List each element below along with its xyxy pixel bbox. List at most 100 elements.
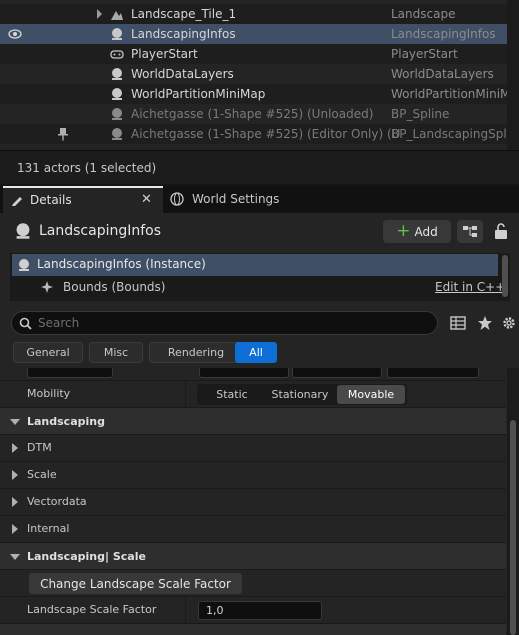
tab-world-settings[interactable]: World Settings: [163, 186, 283, 213]
actor-name: LandscapingInfos: [131, 27, 236, 41]
subcategory-label: Scale: [27, 468, 57, 481]
change-landscape-scale-button[interactable]: Change Landscape Scale Factor: [29, 573, 242, 594]
outliner-row[interactable]: Aichetgasse (1-Shape #525) (Editor Only)…: [0, 124, 507, 144]
add-component-button[interactable]: + Add: [383, 220, 451, 243]
value-field[interactable]: [387, 368, 479, 378]
details-scrollbar[interactable]: [507, 368, 519, 635]
expand-arrow-icon: [12, 524, 18, 534]
category-label: Landscaping| Scale: [27, 550, 146, 563]
player-start-icon: [110, 50, 124, 59]
outliner-row-selected[interactable]: LandscapingInfos LandscapingInfos: [0, 24, 507, 44]
outliner-row[interactable]: Landscape_Tile_1 Landscape: [0, 4, 507, 24]
subcategory-dtm[interactable]: DTM: [0, 435, 506, 462]
mobility-selector: Static Stationary Movable: [197, 384, 407, 405]
category-landscaping[interactable]: Landscaping: [0, 408, 506, 435]
category-partial[interactable]: [0, 624, 506, 635]
filter-rendering[interactable]: Rendering: [149, 342, 243, 363]
collapse-arrow-icon: [10, 554, 20, 560]
actor-sphere-icon: [112, 128, 122, 140]
value-field[interactable]: [292, 368, 382, 378]
component-tree: LandscapingInfos (Instance) Bounds (Boun…: [10, 253, 510, 301]
actor-type: WorldPartitionMiniM: [391, 87, 507, 101]
scale-factor-label: Landscape Scale Factor: [27, 603, 157, 616]
search-input[interactable]: [38, 314, 428, 332]
outliner-row[interactable]: WorldPartitionMiniMap WorldPartitionMini…: [0, 84, 507, 104]
subcategory-label: Vectordata: [27, 495, 87, 508]
actor-sphere-icon: [112, 108, 122, 120]
pin-icon[interactable]: [56, 127, 70, 141]
globe-icon: [170, 192, 184, 206]
actor-sphere-icon: [19, 259, 29, 271]
subcategory-label: Internal: [27, 522, 70, 535]
actor-sphere-icon: [112, 88, 122, 100]
actor-type: BP_Spline: [391, 107, 450, 121]
search-box[interactable]: [11, 311, 438, 335]
collapse-arrow-icon: [10, 419, 20, 425]
table-view-icon[interactable]: [450, 315, 466, 331]
edit-in-cpp-link[interactable]: Edit in C++: [435, 280, 505, 294]
expand-arrow-icon: [12, 497, 18, 507]
transform-row-partial: [0, 368, 506, 381]
subcategory-internal[interactable]: Internal: [0, 516, 506, 543]
add-label: Add: [414, 224, 438, 239]
details-panel: LandscapingInfos + Add LandscapingInfos …: [0, 213, 519, 635]
actor-name: Aichetgasse (1-Shape #525) (Editor Only)…: [131, 127, 401, 141]
lock-icon[interactable]: [493, 222, 509, 240]
filter-general[interactable]: General: [13, 342, 83, 363]
scale-dropdown[interactable]: [27, 368, 113, 378]
blueprint-icon: [463, 226, 477, 237]
actor-name: WorldDataLayers: [131, 67, 234, 81]
gear-icon[interactable]: [501, 315, 517, 331]
tab-label: World Settings: [192, 192, 280, 206]
subcategory-vectordata[interactable]: Vectordata: [0, 489, 506, 516]
blueprint-button[interactable]: [457, 220, 483, 243]
instance-label: LandscapingInfos (Instance): [37, 257, 206, 271]
scale-factor-input[interactable]: 1,0: [198, 601, 322, 620]
component-scrollbar[interactable]: [502, 255, 508, 297]
outliner-row[interactable]: WorldDataLayers WorldDataLayers: [0, 64, 507, 84]
actor-sphere-icon: [112, 28, 122, 40]
landscape-icon: [111, 11, 123, 20]
mobility-movable[interactable]: Movable: [337, 385, 405, 404]
value-field[interactable]: [199, 368, 289, 378]
actor-type: LandscapingInfos: [391, 27, 496, 41]
bounds-component[interactable]: Bounds (Bounds): [63, 280, 166, 294]
mobility-static[interactable]: Static: [199, 385, 265, 404]
scrollbar-thumb[interactable]: [510, 420, 516, 635]
column-divider[interactable]: [185, 597, 186, 624]
expand-arrow-icon[interactable]: [97, 9, 102, 19]
column-divider[interactable]: [185, 381, 186, 408]
mobility-stationary[interactable]: Stationary: [265, 385, 335, 404]
outliner-scrollbar[interactable]: [507, 0, 519, 150]
filter-misc[interactable]: Misc: [89, 342, 143, 363]
star-icon[interactable]: [477, 315, 493, 331]
category-label: Landscaping: [27, 415, 105, 428]
tab-label: Details: [30, 193, 72, 207]
outliner-panel: Landscape_Tile_1 Landscape LandscapingIn…: [0, 0, 519, 150]
expand-arrow-icon: [12, 470, 18, 480]
actor-type: PlayerStart: [391, 47, 458, 61]
actor-type: WorldDataLayers: [391, 67, 494, 81]
filter-all[interactable]: All: [235, 342, 277, 363]
expand-arrow-icon: [12, 443, 18, 453]
outliner-row[interactable]: PlayerStart PlayerStart: [0, 44, 507, 64]
subcategory-label: DTM: [27, 441, 52, 454]
property-list: Mobility Static Stationary Movable Lands…: [0, 368, 506, 635]
tab-details[interactable]: Details ✕: [3, 186, 163, 213]
actor-count: 131 actors (1 selected): [17, 161, 157, 175]
actor-sphere-icon: [16, 223, 30, 239]
search-icon: [19, 317, 32, 330]
subcategory-scale[interactable]: Scale: [0, 462, 506, 489]
actor-sphere-icon: [112, 68, 122, 80]
actor-type: Landscape: [391, 7, 456, 21]
category-landscaping-scale[interactable]: Landscaping| Scale: [0, 543, 506, 570]
eye-icon[interactable]: [8, 28, 22, 40]
actor-name: Aichetgasse (1-Shape #525) (Unloaded): [131, 107, 374, 121]
outliner-row[interactable]: Aichetgasse (1-Shape #525) (Unloaded) BP…: [0, 104, 507, 124]
outliner-status-bar: 131 actors (1 selected): [0, 150, 519, 184]
mobility-row: Mobility Static Stationary Movable: [0, 381, 506, 408]
selected-actor-title: LandscapingInfos: [39, 223, 162, 239]
close-icon[interactable]: ✕: [141, 192, 152, 207]
bounds-icon: [41, 281, 53, 293]
component-instance-row[interactable]: LandscapingInfos (Instance): [12, 254, 498, 276]
